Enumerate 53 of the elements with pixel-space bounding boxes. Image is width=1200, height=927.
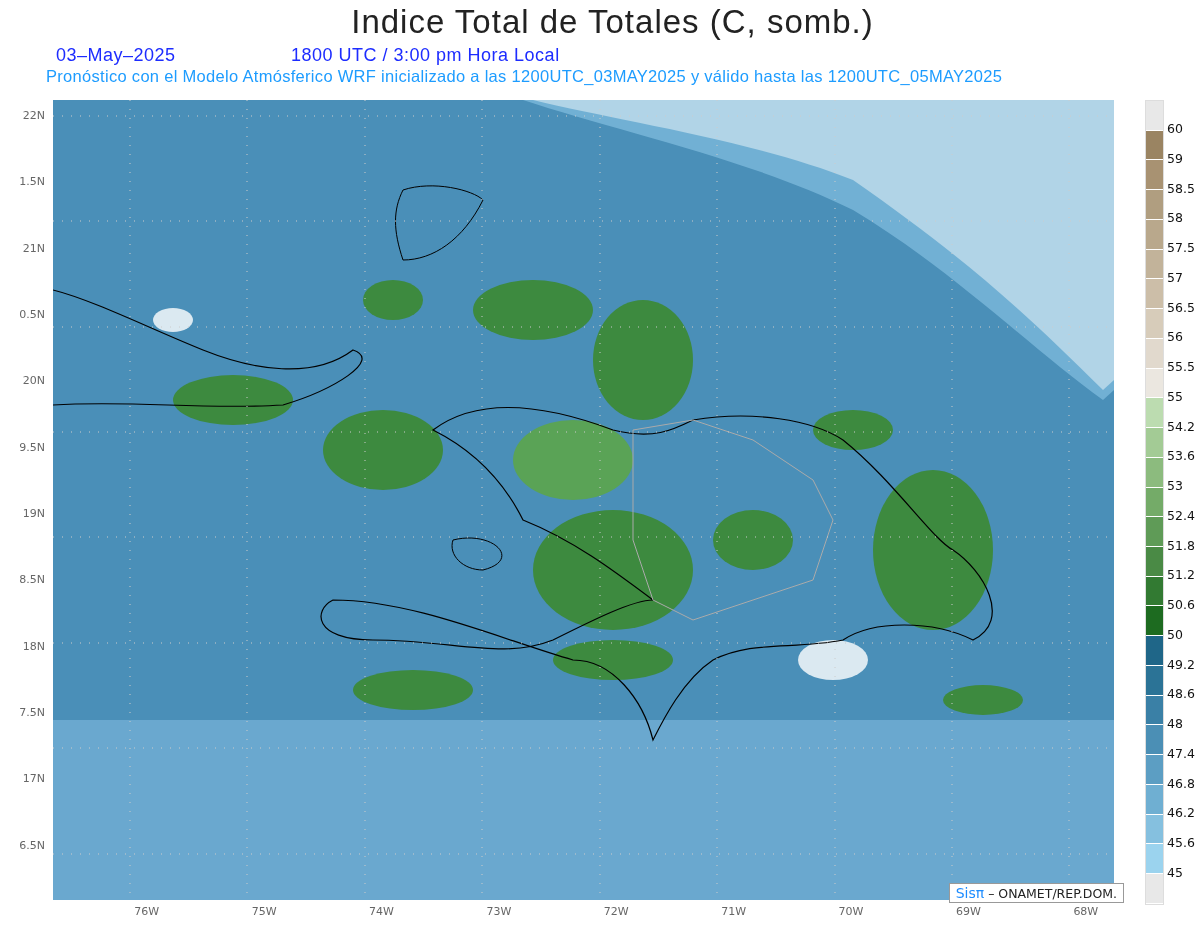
longitude-label: 68W	[1072, 904, 1100, 920]
latitude-label: 8.5N	[18, 572, 46, 589]
latitude-label: 1.5N	[18, 174, 46, 191]
credit-logo: Sisπ	[955, 885, 985, 901]
longitude-label: 71W	[720, 904, 748, 920]
colorbar-label: 48.6	[1167, 685, 1195, 704]
latitude-label: 17N	[21, 771, 46, 788]
colorbar-label: 50.6	[1167, 596, 1195, 614]
longitude-label: 69W	[955, 904, 982, 920]
latitude-label: 9.5N	[18, 439, 46, 456]
colorbar-label: 45	[1167, 863, 1184, 882]
colorbar-label: 59	[1167, 149, 1184, 168]
colorbar-label: 49.2	[1167, 655, 1195, 674]
colorbar-label: 56.5	[1167, 298, 1195, 317]
longitude-label: 74W	[368, 904, 395, 920]
latitude-label: 6.5N	[18, 837, 46, 854]
colorbar-label: 60	[1167, 120, 1184, 138]
colorbar-label: 50	[1167, 625, 1184, 644]
latitude-label: 22N	[21, 108, 46, 124]
colorbar-label: 58.5	[1167, 179, 1195, 198]
forecast-description: Pronóstico con el Modelo Atmósferico WRF inicializado a las 1200UTC_03MAY2025 y válido hasta las 1200UTC_05MAY2025	[45, 66, 1004, 87]
colorbar-label: 57	[1167, 268, 1184, 287]
longitude-label: 75W	[250, 904, 278, 920]
colorbar-label: 46.8	[1167, 774, 1195, 793]
credit-text: – ONAMET/REP.DOM.	[988, 885, 1117, 901]
longitude-label: 70W	[837, 904, 865, 920]
colorbar-label: 55	[1167, 387, 1184, 406]
colorbar-label: 56	[1167, 328, 1184, 347]
latitude-label: 20N	[21, 373, 46, 390]
map-title: Indice Total de Totales (C, somb.)	[350, 2, 875, 42]
colorbar-label: 51.2	[1167, 566, 1195, 585]
longitude-label: 72W	[602, 904, 630, 920]
latitude-label: 21N	[21, 240, 46, 257]
colorbar-label: 58	[1167, 209, 1184, 228]
colorbar-label: 45.6	[1167, 834, 1195, 852]
colorbar-label: 57.5	[1167, 239, 1195, 257]
latitude-label: 7.5N	[18, 704, 46, 721]
longitude-label: 76W	[133, 904, 161, 920]
colorbar-label: 47.4	[1167, 744, 1195, 763]
forecast-date: 03–May–2025	[56, 44, 177, 66]
colorbar-label: 55.5	[1167, 358, 1195, 376]
forecast-time: 1800 UTC / 3:00 pm Hora Local	[291, 44, 560, 66]
latitude-label: 18N	[21, 638, 46, 655]
colorbar-label: 51.8	[1167, 536, 1195, 555]
colorbar-label: 54.2	[1167, 417, 1195, 436]
colorbar-label: 53.6	[1167, 447, 1195, 466]
colorbar-label: 46.2	[1167, 804, 1195, 823]
latitude-label: 0.5N	[18, 307, 46, 323]
colorbar-label: 53	[1167, 477, 1184, 495]
colorbar-label: 52.4	[1167, 506, 1195, 525]
longitude-label: 73W	[485, 904, 513, 920]
colorbar-label: 48	[1167, 715, 1184, 733]
latitude-label: 19N	[21, 505, 46, 522]
